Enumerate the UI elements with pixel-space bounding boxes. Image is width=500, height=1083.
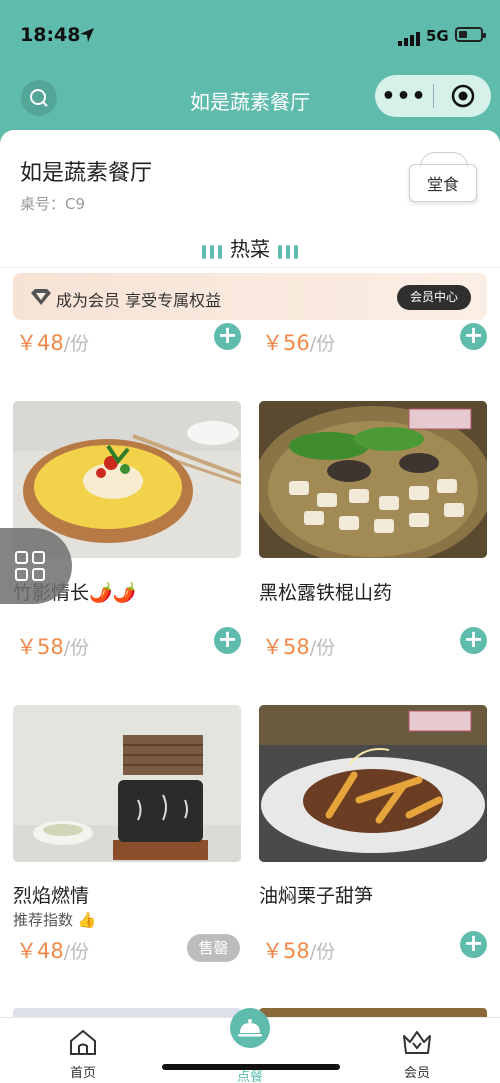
miniprogram-capsule: ••• (375, 75, 491, 117)
category-title: 热菜 (230, 237, 270, 261)
member-center-button[interactable]: 会员中心 (397, 285, 471, 310)
dish-price: ￥58/份 (262, 635, 336, 659)
dish-price: ￥56/份 (262, 331, 336, 355)
dish-image[interactable] (259, 401, 487, 558)
dish-name: 油焖栗子甜笋 (259, 885, 374, 907)
member-promo-text: 成为会员 享受专属权益 (56, 291, 222, 310)
signal-icon (398, 30, 422, 46)
decor-bars-icon (200, 239, 224, 263)
status-bar: 18:48 5G (0, 0, 500, 70)
dish-price: ￥58/份 (262, 939, 336, 963)
add-to-cart-button[interactable]: + (214, 627, 241, 654)
dish-price: ￥58/份 (16, 635, 90, 659)
tab-order[interactable] (230, 1008, 270, 1048)
member-banner[interactable]: 成为会员 享受专属权益 会员中心 (13, 273, 487, 320)
cloche-icon (238, 1019, 262, 1037)
dish-price: ￥48/份 (16, 331, 90, 355)
restaurant-name: 如是蔬素餐厅 (20, 161, 153, 186)
tab-bar: 首页 点餐 会员 (0, 1008, 500, 1083)
tab-member[interactable]: 会员 (377, 1028, 457, 1081)
location-arrow-icon (78, 26, 96, 49)
dish-price: ￥48/份 (16, 939, 90, 963)
table-number: 桌号：C9 (20, 195, 86, 213)
dish-image[interactable] (13, 705, 241, 862)
add-to-cart-button[interactable]: + (460, 931, 487, 958)
diamond-icon (30, 288, 52, 310)
navbar: 如是蔬素餐厅 ••• (0, 70, 500, 130)
thumbs-up-icon: 👍 (77, 911, 97, 929)
decor-bars-icon (276, 239, 300, 263)
category-header: 热菜 (0, 233, 500, 263)
add-to-cart-button[interactable]: + (214, 323, 241, 350)
tab-member-label: 会员 (403, 1066, 430, 1081)
grid-icon (15, 551, 45, 581)
dish-name: 烈焰燃情 (13, 885, 90, 907)
home-icon (70, 1029, 96, 1055)
battery-icon (455, 27, 486, 42)
add-to-cart-button[interactable]: + (460, 323, 487, 350)
tab-home[interactable]: 首页 (43, 1028, 123, 1081)
dish-image[interactable] (259, 705, 487, 862)
divider (0, 267, 500, 268)
network-label: 5G (426, 27, 449, 45)
status-time: 18:48 (20, 24, 81, 46)
main-sheet: 如是蔬素餐厅 桌号：C9 堂食 热菜 ￥48/份 + ￥56/份 + 成为会员 … (0, 130, 500, 1083)
crown-icon (403, 1031, 431, 1054)
sold-out-badge: 售罄 (187, 934, 240, 962)
dine-mode-button[interactable]: 堂食 (409, 152, 477, 202)
add-to-cart-button[interactable]: + (460, 627, 487, 654)
target-icon (451, 84, 474, 108)
close-miniprogram-button[interactable] (434, 83, 491, 109)
recommend-index: 推荐指数 👍 (13, 911, 97, 929)
dish-name: 黑松露铁棍山药 (259, 582, 393, 604)
tab-home-label: 首页 (69, 1066, 96, 1081)
home-indicator (162, 1064, 340, 1070)
more-icon[interactable]: ••• (375, 84, 433, 109)
